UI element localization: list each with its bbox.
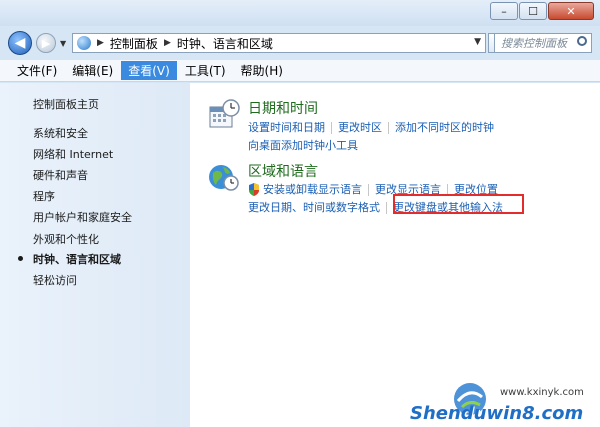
- control-panel-icon: [77, 36, 91, 50]
- sidebar-item-appearance[interactable]: 外观和个性化: [33, 231, 99, 247]
- watermark: www.kxinyk.com Shenduwin8.com: [410, 383, 595, 425]
- close-button[interactable]: ✕: [548, 2, 594, 20]
- link-divider: [386, 201, 387, 214]
- date-time-links-row1: 设置时间和日期 更改时区 添加不同时区的时钟: [248, 119, 494, 135]
- link-divider: [368, 183, 369, 196]
- sidebar-item-home[interactable]: 控制面板主页: [33, 96, 99, 112]
- globe-clock-icon: [209, 165, 239, 191]
- link-divider: [388, 121, 389, 134]
- link-install-display-language[interactable]: 安装或卸载显示语言: [263, 183, 362, 196]
- date-time-title[interactable]: 日期和时间: [248, 98, 318, 118]
- forward-arrow-icon[interactable]: ▶: [36, 33, 56, 53]
- sidebar: 控制面板主页 系统和安全 网络和 Internet 硬件和声音 程序 用户帐户和…: [0, 83, 190, 427]
- sidebar-item-system-security[interactable]: 系统和安全: [33, 125, 88, 141]
- calendar-clock-icon: [209, 99, 240, 128]
- back-arrow-icon[interactable]: ◀: [8, 31, 32, 55]
- menu-file[interactable]: 文件(F): [10, 61, 64, 80]
- link-divider: [331, 121, 332, 134]
- main-content: 日期和时间 设置时间和日期 更改时区 添加不同时区的时钟 向桌面添加时钟小工具 区域…: [190, 83, 600, 427]
- sidebar-item-network[interactable]: 网络和 Internet: [33, 146, 113, 162]
- sidebar-item-clock-language-region[interactable]: 时钟、语言和区域: [33, 251, 121, 267]
- link-set-time-date[interactable]: 设置时间和日期: [248, 121, 325, 134]
- date-time-links-row2: 向桌面添加时钟小工具: [248, 137, 358, 153]
- breadcrumb-control-panel[interactable]: 控制面板: [110, 35, 158, 52]
- link-change-date-time-format[interactable]: 更改日期、时间或数字格式: [248, 201, 380, 214]
- minimize-button[interactable]: –: [490, 2, 518, 20]
- sidebar-item-user-accounts[interactable]: 用户帐户和家庭安全: [33, 209, 132, 225]
- window-controls: – ☐ ✕: [489, 2, 594, 20]
- search-box[interactable]: 搜索控制面板: [494, 33, 592, 53]
- highlight-box: [393, 194, 524, 214]
- title-bar: – ☐ ✕: [0, 0, 600, 26]
- watermark-text: Shenduwin8.com: [410, 403, 584, 424]
- breadcrumb-separator-icon: ▶: [97, 38, 104, 48]
- link-change-timezone[interactable]: 更改时区: [338, 121, 382, 134]
- maximize-button[interactable]: ☐: [519, 2, 547, 20]
- shield-icon: [249, 183, 259, 196]
- address-bar[interactable]: ▶ 控制面板 ▶ 时钟、语言和区域 ▼: [72, 33, 486, 53]
- history-dropdown-icon[interactable]: ▼: [60, 39, 66, 48]
- breadcrumb-separator-icon: ▶: [163, 38, 171, 48]
- watermark-domain: www.kxinyk.com: [500, 387, 584, 398]
- region-language-title[interactable]: 区域和语言: [248, 161, 318, 181]
- menu-edit[interactable]: 编辑(E): [65, 61, 120, 80]
- control-panel-window: – ☐ ✕ ◀ ▶ ▼ ▶ 控制面板 ▶ 时钟、语言和区域 ▼ ↻ 搜索控制面板…: [0, 0, 600, 427]
- search-placeholder: 搜索控制面板: [501, 37, 567, 50]
- menu-tools[interactable]: 工具(T): [178, 61, 233, 80]
- search-icon[interactable]: [577, 36, 587, 46]
- sidebar-item-programs[interactable]: 程序: [33, 188, 55, 204]
- link-add-clock-gadget[interactable]: 向桌面添加时钟小工具: [248, 139, 358, 152]
- breadcrumb-clock-language-region[interactable]: 时钟、语言和区域: [177, 35, 273, 52]
- navigation-bar: ◀ ▶ ▼ ▶ 控制面板 ▶ 时钟、语言和区域 ▼ ↻ 搜索控制面板: [0, 26, 600, 60]
- menu-bar: 文件(F) 编辑(E) 查看(V) 工具(T) 帮助(H): [0, 60, 600, 82]
- menu-view[interactable]: 查看(V): [121, 61, 177, 80]
- sidebar-item-hardware-sound[interactable]: 硬件和声音: [33, 167, 88, 183]
- sidebar-item-ease-of-access[interactable]: 轻松访问: [33, 272, 77, 288]
- current-item-bullet-icon: [18, 256, 23, 261]
- link-add-clocks[interactable]: 添加不同时区的时钟: [395, 121, 494, 134]
- menu-help[interactable]: 帮助(H): [234, 61, 290, 80]
- address-dropdown-icon[interactable]: ▼: [474, 37, 481, 47]
